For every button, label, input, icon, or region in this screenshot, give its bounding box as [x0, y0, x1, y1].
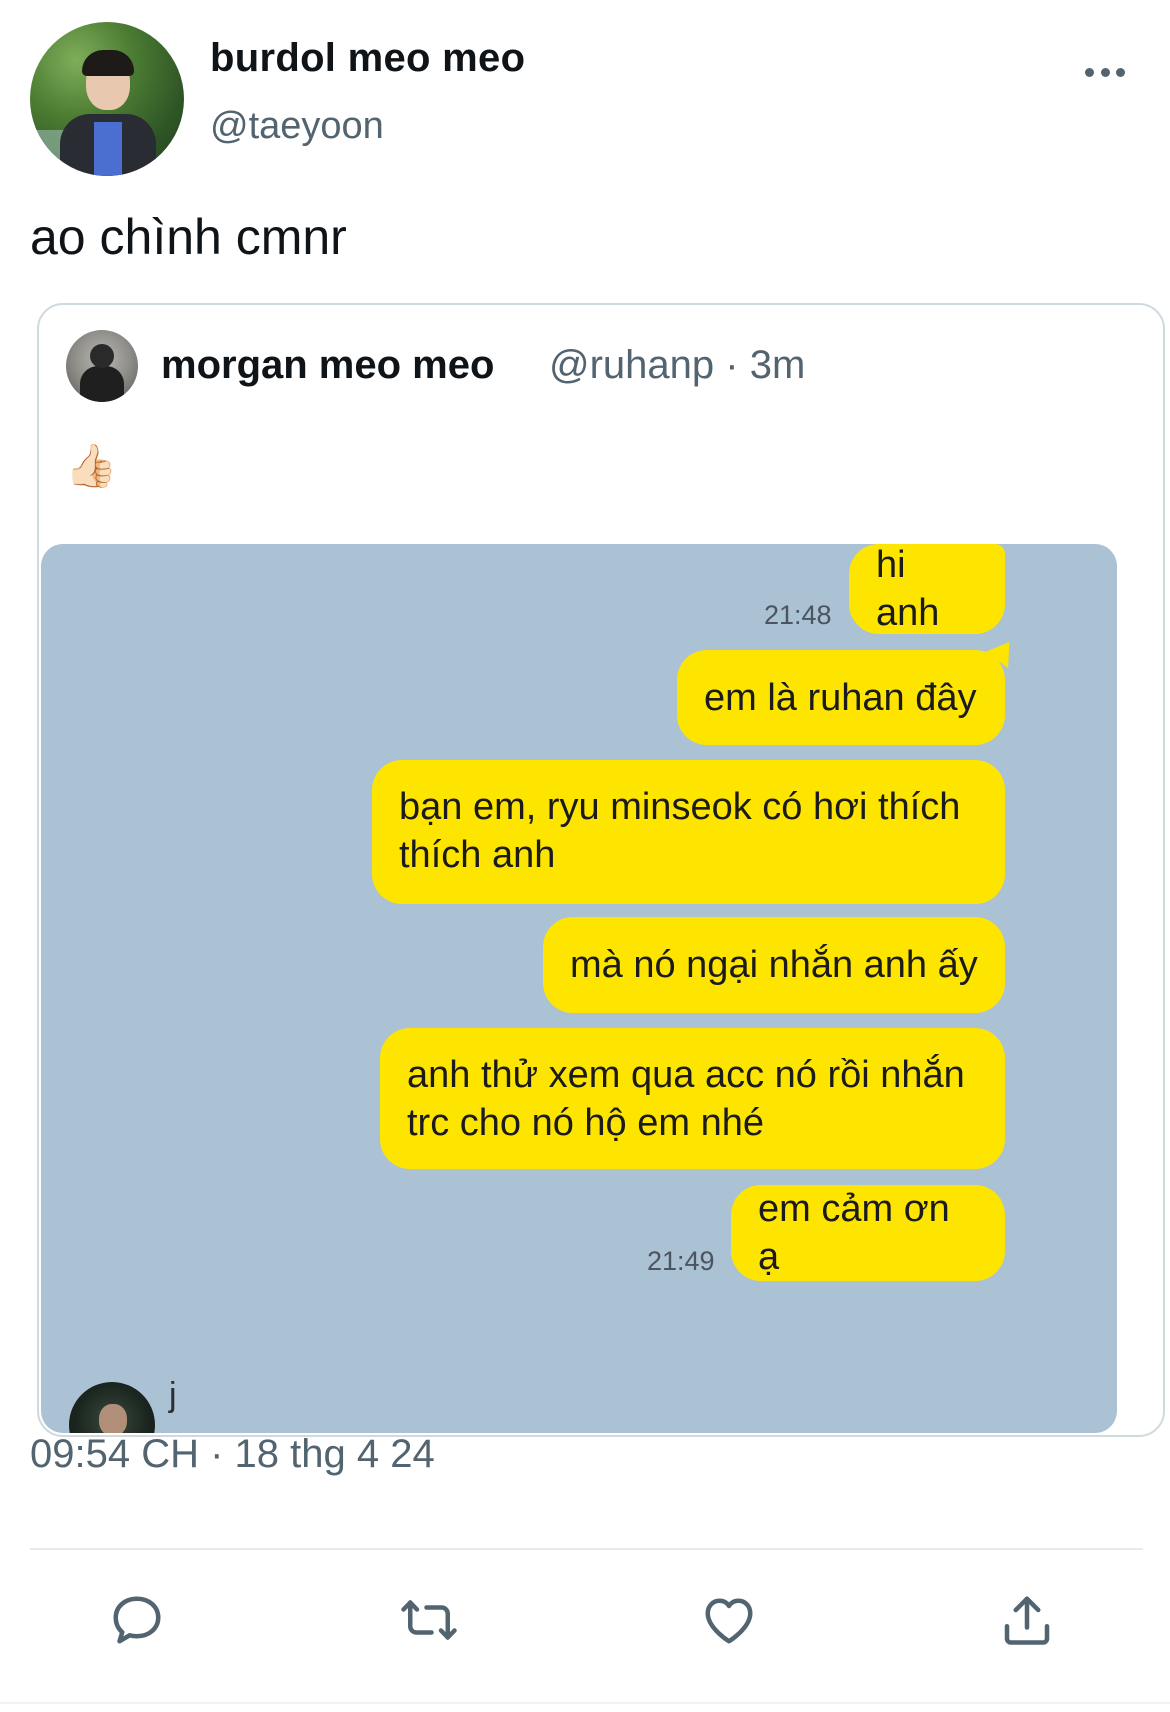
chat-message-text: anh thử xem qua acc nó rồi nhắn trc cho … [407, 1054, 965, 1144]
chat-contact-name: j [169, 1376, 177, 1414]
quoted-tweet-text: 👍🏻 [65, 442, 118, 489]
heart-icon[interactable] [699, 1590, 759, 1650]
chat-bubble: mà nó ngại nhắn anh ấy [543, 917, 1005, 1013]
reply-icon[interactable] [107, 1590, 167, 1650]
quoted-tweet-card[interactable]: morgan meo meo @ruhanp · 3m 👍🏻 21:48 hi … [37, 303, 1165, 1437]
divider [30, 1548, 1143, 1550]
chat-screenshot-image[interactable]: 21:48 hi anh em là ruhan đây bạn em, ryu… [41, 544, 1117, 1433]
author-display-name[interactable]: burdol meo meo [210, 36, 525, 81]
author-avatar[interactable] [30, 22, 184, 176]
author-handle[interactable]: @taeyoon [210, 105, 384, 148]
quoted-author-avatar[interactable] [66, 330, 138, 402]
more-horizontal-icon[interactable] [1085, 66, 1125, 78]
chat-bubble: em là ruhan đây [677, 650, 1005, 745]
chat-message-text: mà nó ngại nhắn anh ấy [570, 944, 978, 986]
chat-contact-avatar [69, 1382, 155, 1433]
chat-bubble: bạn em, ryu minseok có hơi thích thích a… [372, 760, 1005, 904]
chat-message-text: hi anh [876, 544, 940, 634]
tweet-text: ao chình cmnr [30, 209, 347, 265]
chat-message-text: em cảm ơn ạ [758, 1188, 950, 1278]
chat-bubble: anh thử xem qua acc nó rồi nhắn trc cho … [380, 1028, 1005, 1169]
chat-bubble: em cảm ơn ạ [731, 1185, 1005, 1281]
share-icon[interactable] [997, 1590, 1057, 1650]
chat-message-text: em là ruhan đây [704, 676, 977, 719]
message-time: 21:49 [647, 1246, 715, 1276]
tweet-timestamp[interactable]: 09:54 CH · 18 thg 4 24 [30, 1432, 435, 1477]
chat-bubble: hi anh [849, 544, 1005, 634]
chat-message-text: bạn em, ryu minseok có hơi thích thích a… [399, 786, 961, 876]
quoted-author-display-name[interactable]: morgan meo meo [161, 343, 494, 388]
message-time: 21:48 [764, 600, 832, 630]
retweet-icon[interactable] [399, 1590, 459, 1650]
quoted-author-handle-time: @ruhanp · 3m [549, 343, 806, 387]
divider [0, 1702, 1170, 1704]
